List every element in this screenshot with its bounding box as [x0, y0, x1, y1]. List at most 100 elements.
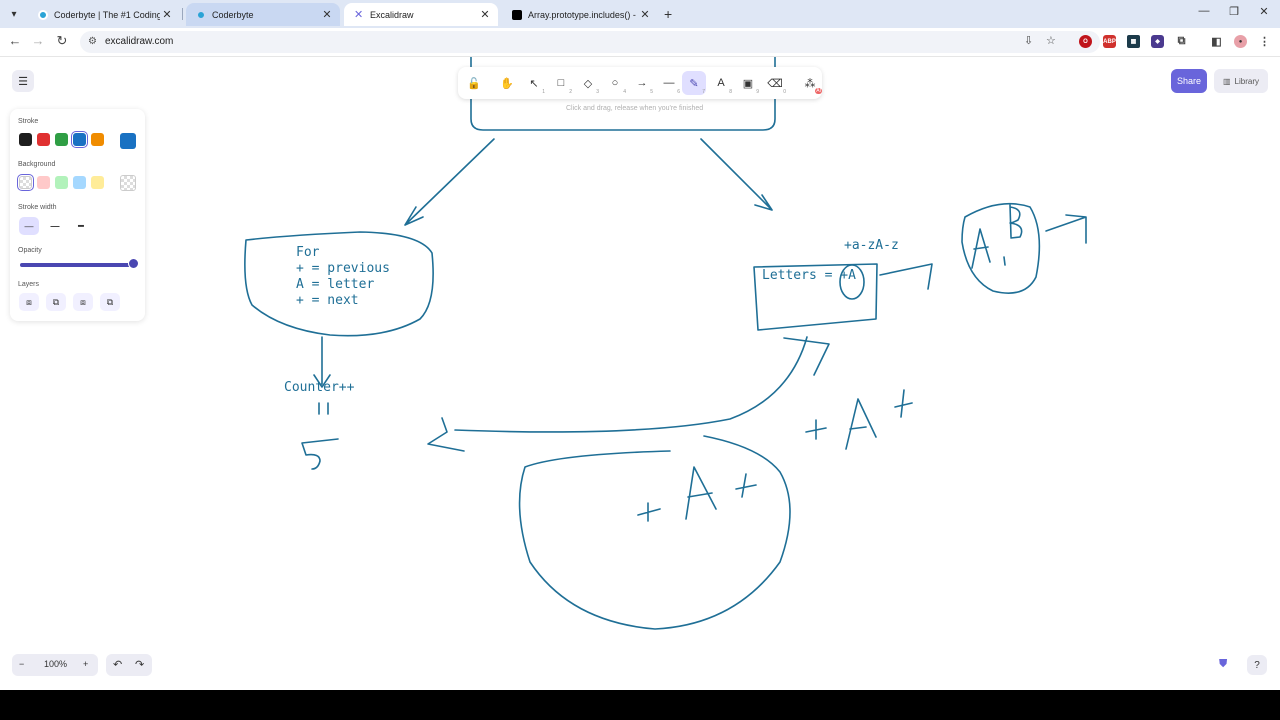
new-tab-button[interactable]: +	[664, 6, 672, 22]
drawing-layer[interactable]: For + = previous A = letter + = next Cou…	[0, 57, 1280, 690]
encryption-shield-icon[interactable]: ⛊	[1219, 658, 1233, 672]
close-tab-icon[interactable]: ✕	[160, 8, 174, 21]
share-button[interactable]: Share	[1171, 69, 1207, 93]
extension-icon[interactable]: ▦	[1127, 35, 1140, 48]
tool-glyph: ⁂	[804, 77, 816, 90]
layers-label: Layers	[18, 281, 40, 288]
mdn-favicon-icon	[512, 9, 522, 20]
restore-button[interactable]: ❐	[1224, 5, 1244, 18]
background-color-green[interactable]	[55, 176, 68, 189]
library-button[interactable]: ▥ Library	[1214, 69, 1268, 93]
bring-forward-button[interactable]: ⧈	[73, 293, 93, 311]
tab-coderbyte[interactable]: Coderbyte ✕	[186, 3, 340, 26]
eraser-icon[interactable]: ⌫ 0	[763, 71, 787, 96]
lock-icon[interactable]: 🔓	[462, 71, 486, 95]
main-menu-button[interactable]: ☰	[12, 70, 34, 92]
reload-button[interactable]: ↻	[53, 33, 71, 49]
excalidraw-canvas[interactable]: For + = previous A = letter + = next Cou…	[0, 57, 1280, 690]
close-tab-icon[interactable]: ✕	[638, 8, 652, 21]
background-color-picker[interactable]	[120, 175, 136, 191]
hand-icon[interactable]: ✋	[495, 71, 519, 95]
line-icon[interactable]: —6	[657, 71, 681, 95]
zoom-level[interactable]: 100%	[44, 659, 67, 669]
stroke-width-extra-bold[interactable]: ━	[71, 217, 91, 235]
tab-mdn-array-includes[interactable]: Array.prototype.includes() - Jav ✕	[502, 3, 658, 26]
image-icon[interactable]: ▣ 9	[736, 71, 760, 96]
pencil-icon[interactable]: ✎ 7	[682, 71, 706, 95]
tool-glyph: □	[557, 77, 565, 89]
ellipse-icon[interactable]: ○ 4	[603, 71, 627, 95]
tool-shortcut-key: 5	[650, 89, 653, 95]
opacity-slider-track[interactable]	[20, 263, 136, 267]
opera-extension-icon[interactable]: O	[1079, 35, 1092, 48]
tool-shortcut-key: 7	[702, 89, 705, 95]
tool-glyph: ✋	[500, 77, 514, 90]
tool-glyph: ○	[611, 77, 619, 89]
send-backward-button[interactable]: ⧉	[46, 293, 66, 311]
stroke-color-blue[interactable]	[71, 131, 88, 148]
extension-icon[interactable]: ◆	[1151, 35, 1164, 48]
stroke-color-green[interactable]	[55, 133, 68, 146]
browser-menu-icon[interactable]: ⋮	[1258, 35, 1271, 48]
stroke-color-picker[interactable]	[120, 133, 136, 149]
tool-glyph: →	[636, 77, 648, 89]
stroke-width-thin[interactable]: —	[19, 217, 39, 235]
redo-button[interactable]: ↷	[135, 658, 144, 671]
ai-badge: AI	[815, 88, 822, 94]
background-color-transparent[interactable]	[17, 174, 34, 191]
back-button[interactable]: ←	[6, 33, 24, 48]
close-window-button[interactable]: ✕	[1254, 5, 1274, 18]
letters-label: Letters = +A	[762, 268, 856, 283]
tab-excalidraw[interactable]: ✕ Excalidraw ✕	[344, 3, 498, 26]
arrow-right-down	[700, 138, 773, 211]
range-label: +a-zA-z	[844, 238, 899, 253]
opacity-slider-handle[interactable]	[128, 258, 139, 269]
extensions-puzzle-icon[interactable]: ⧉	[1175, 35, 1188, 48]
minimize-button[interactable]: —	[1194, 5, 1214, 17]
background-color-blue[interactable]	[73, 176, 86, 189]
text-icon[interactable]: A8	[709, 71, 733, 95]
background-color-pink[interactable]	[37, 176, 50, 189]
diamond-icon[interactable]: ◇ 3	[576, 71, 600, 96]
close-tab-icon[interactable]: ✕	[478, 8, 492, 21]
tool-shortcut-key: 9	[756, 89, 759, 95]
rectangle-icon[interactable]: □ 2	[549, 71, 573, 95]
zoom-out-button[interactable]: −	[19, 659, 24, 669]
more-tools-icon[interactable]: ⁂ AI	[798, 71, 822, 95]
bookmark-star-icon[interactable]: ☆	[1046, 34, 1056, 47]
zoom-in-button[interactable]: +	[83, 659, 88, 669]
arrow-hook-near-letters	[783, 337, 830, 376]
stroke-color-orange[interactable]	[91, 133, 104, 146]
zoom-controls: − 100% +	[12, 654, 98, 676]
undo-button[interactable]: ↶	[113, 658, 122, 671]
background-color-yellow[interactable]	[91, 176, 104, 189]
send-to-back-button[interactable]: ⧈	[19, 293, 39, 311]
tool-shortcut-key: 6	[677, 89, 680, 95]
address-bar[interactable]: ⚙ excalidraw.com	[80, 31, 1100, 53]
for-note-line: + = next	[296, 293, 359, 308]
profile-avatar[interactable]: ●	[1234, 35, 1247, 48]
arrow-icon[interactable]: → 5	[630, 71, 654, 95]
tab-separator	[182, 8, 183, 20]
adblock-extension-icon[interactable]: ABP	[1103, 35, 1116, 48]
url-text: excalidraw.com	[105, 36, 174, 47]
stroke-color-black[interactable]	[19, 133, 32, 146]
install-app-icon[interactable]: ⇩	[1024, 34, 1033, 47]
close-tab-icon[interactable]: ✕	[320, 8, 334, 21]
stroke-color-red[interactable]	[37, 133, 50, 146]
forward-button[interactable]: →	[29, 33, 47, 48]
tool-glyph: ▣	[742, 77, 754, 90]
coderbyte-favicon-icon	[38, 9, 48, 20]
tab-coderbyte-home[interactable]: Coderbyte | The #1 Coding Ass ✕	[28, 3, 180, 26]
tab-title: Array.prototype.includes() - Jav	[528, 9, 638, 20]
site-info-icon[interactable]: ⚙	[88, 36, 97, 47]
selection-icon[interactable]: ↖ 1	[522, 71, 546, 96]
tab-search-button[interactable]: ▾	[6, 6, 22, 22]
background-label: Background	[18, 161, 56, 168]
side-panel-icon[interactable]: ◧	[1210, 35, 1223, 48]
help-button[interactable]: ?	[1247, 655, 1267, 675]
tool-glyph: ✎	[689, 77, 699, 90]
stroke-width-bold[interactable]: —	[45, 217, 65, 235]
bring-to-front-button[interactable]: ⧉	[100, 293, 120, 311]
plus-a-plus-bottom	[637, 466, 757, 522]
